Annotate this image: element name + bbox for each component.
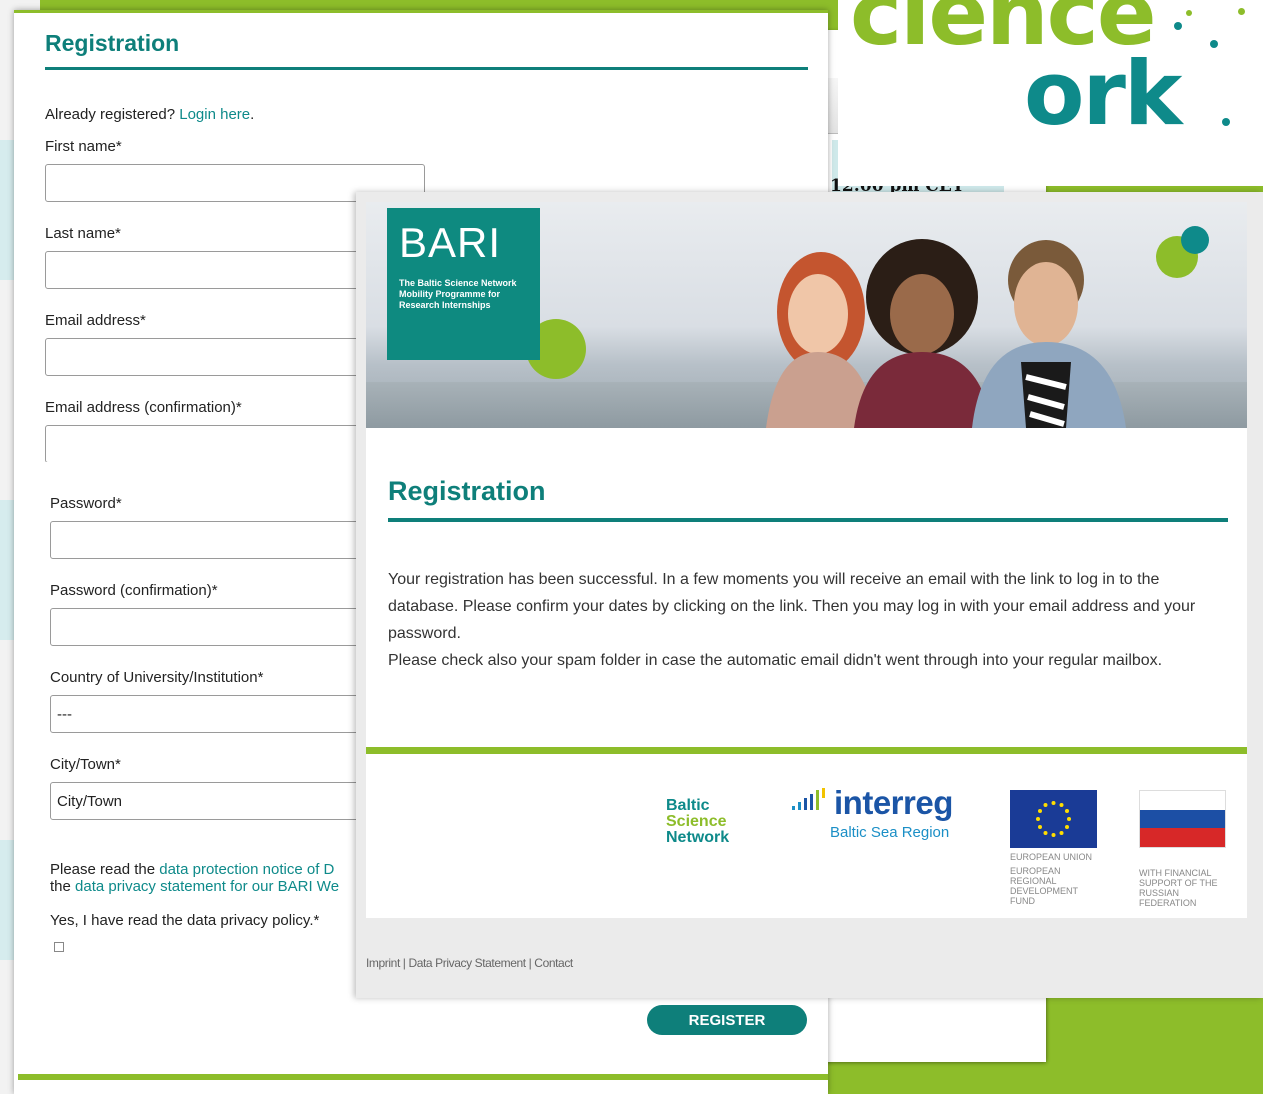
background-strip: [0, 140, 14, 280]
first-name-label: First name*: [45, 138, 122, 155]
email-confirm-label: Email address (confirmation)*: [45, 399, 242, 416]
privacy-consent-label: Yes, I have read the data privacy policy…: [50, 912, 320, 929]
period: .: [250, 106, 255, 123]
city-label: City/Town*: [50, 756, 121, 773]
form-bottom-accent: [18, 1074, 828, 1080]
success-green-divider: [366, 747, 1247, 754]
bari-logo-box: BARI The Baltic Science Network Mobility…: [387, 208, 540, 360]
logo-dot: [1210, 40, 1218, 48]
interreg-subtitle: Baltic Sea Region: [830, 824, 950, 841]
success-message-2: Please check also your spam folder in ca…: [388, 652, 1163, 669]
registration-success-window: BARI The Baltic Science Network Mobility…: [356, 192, 1263, 998]
form-title-divider: [45, 67, 808, 70]
logo-dot: [1238, 8, 1245, 15]
data-protection-link[interactable]: data protection notice of D: [159, 861, 334, 878]
password-label: Password*: [50, 495, 122, 512]
password-confirm-label: Password (confirmation)*: [50, 582, 218, 599]
bsn-word-2: Science: [666, 813, 727, 830]
email-label: Email address*: [45, 312, 146, 329]
logo-word-network: ork: [1024, 42, 1182, 145]
logo-dot: [1222, 118, 1230, 126]
privacy-prefix: Please read the: [50, 861, 156, 878]
russia-flag-icon: [1139, 790, 1226, 848]
privacy-notice: Please read the data protection notice o…: [50, 861, 370, 895]
success-card: BARI The Baltic Science Network Mobility…: [366, 202, 1247, 918]
eu-label: EUROPEAN UNION: [1010, 852, 1093, 862]
baltic-science-network-logo-large: cience ork: [838, 0, 1263, 186]
bari-logo-text: BARI: [399, 219, 502, 266]
signal-bars-icon: [792, 788, 825, 810]
baltic-science-network-logo: Baltic Science Network: [666, 798, 729, 846]
already-registered-text: Already registered? Login here.: [45, 106, 254, 123]
success-message: Your registration has been successful. I…: [388, 566, 1228, 674]
bari-logo-subtitle: The Baltic Science Network Mobility Prog…: [399, 278, 517, 310]
footer-links[interactable]: Imprint | Data Privacy Statement | Conta…: [366, 956, 573, 970]
eu-fund-label: EUROPEAN REGIONAL DEVELOPMENT FUND: [1010, 866, 1078, 906]
russia-fund-text: WITH FINANCIAL SUPPORT OF THE RUSSIAN FE…: [1139, 868, 1218, 908]
background-window-bottom: [820, 990, 1046, 1062]
already-registered-label: Already registered?: [45, 106, 176, 123]
last-name-label: Last name*: [45, 225, 121, 242]
eu-flag-icon: [1010, 790, 1097, 848]
login-link[interactable]: Login here: [179, 106, 250, 123]
success-title-divider: [388, 518, 1228, 522]
background-strip: [0, 500, 14, 640]
eu-stars-icon: [1036, 801, 1071, 837]
privacy-consent-checkbox[interactable]: [54, 942, 64, 952]
interreg-name: interreg: [834, 784, 953, 821]
data-privacy-statement-link[interactable]: data privacy statement for our BARI We: [75, 878, 339, 895]
eu-fund-text: EUROPEAN UNION EUROPEAN REGIONAL DEVELOP…: [1010, 852, 1110, 906]
success-message-1: Your registration has been successful. I…: [388, 571, 1196, 642]
background-strip: [0, 840, 14, 960]
logo-dot: [1186, 10, 1192, 16]
country-label: Country of University/Institution*: [50, 669, 264, 686]
bsn-word-3: Network: [666, 829, 730, 846]
decorative-teal-circle: [1181, 226, 1209, 254]
hero-banner: BARI The Baltic Science Network Mobility…: [366, 202, 1247, 428]
logo-dot: [1174, 22, 1182, 30]
bsn-word-1: Baltic: [666, 797, 710, 814]
form-title: Registration: [45, 30, 180, 56]
register-button[interactable]: REGISTER: [647, 1005, 807, 1035]
form-top-accent: [14, 10, 828, 13]
success-title: Registration: [388, 476, 546, 506]
privacy-mid: the: [50, 878, 71, 895]
